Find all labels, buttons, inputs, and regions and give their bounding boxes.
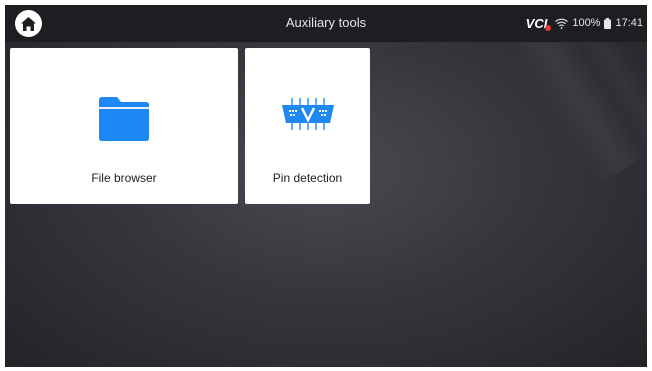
- pin-detection-label: Pin detection: [272, 171, 343, 185]
- vci-alert-dot: [545, 24, 552, 31]
- wifi-icon: [555, 18, 569, 29]
- clock: 17:41: [615, 17, 643, 29]
- file-browser-label: File browser: [91, 171, 157, 185]
- battery-percent: 100%: [572, 17, 601, 29]
- screen: Auxiliary tools VCI 100% 17:41 File brow…: [5, 5, 647, 367]
- vci-label: VCI: [525, 15, 548, 31]
- status-indicators: VCI 100% 17:41: [526, 13, 643, 33]
- file-browser-tile[interactable]: File browser: [10, 48, 238, 204]
- battery-icon: [604, 17, 612, 29]
- home-icon: [21, 16, 36, 31]
- vci-indicator: VCI: [526, 16, 552, 31]
- home-button[interactable]: [15, 10, 42, 37]
- status-bar: Auxiliary tools VCI 100% 17:41: [5, 5, 647, 42]
- pin-connector-icon: [281, 98, 334, 130]
- pin-detection-tile[interactable]: Pin detection: [245, 48, 370, 204]
- folder-icon: [99, 97, 149, 141]
